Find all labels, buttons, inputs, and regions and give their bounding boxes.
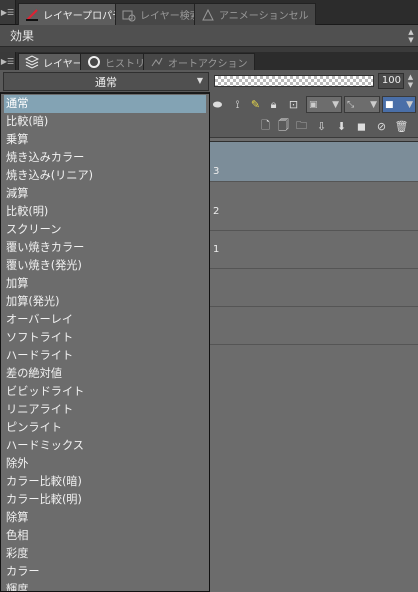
color-mode-select[interactable]: ■ ▼ <box>382 96 416 113</box>
opacity-slider[interactable] <box>214 75 374 87</box>
color-swatch-icon: ▣ <box>309 99 318 110</box>
panel-menu-icon[interactable]: ▶☰ <box>0 0 16 24</box>
layer-number: 2 <box>213 206 220 217</box>
blend-option[interactable]: 輝度 <box>1 581 209 591</box>
blend-mode-dropdown: 通常 比較(暗) 乗算 焼き込みカラー 焼き込み(リニア) 減算 比較(明) ス… <box>0 92 210 592</box>
blend-mode-value: 通常 <box>95 75 117 89</box>
layer-tab-bar: ▶☰ レイヤー ヒストリー オートアクション <box>0 52 418 70</box>
blend-mode-select[interactable]: 通常 ▼ <box>3 72 209 91</box>
reference-icon[interactable]: ✎ <box>248 97 263 112</box>
blend-option[interactable]: ハードライト <box>1 347 209 365</box>
blend-option[interactable]: オーバーレイ <box>1 311 209 329</box>
tab-animation-cel[interactable]: アニメーションセル <box>194 3 316 25</box>
layer-row[interactable]: 3 <box>210 141 418 182</box>
ruler-icon[interactable]: ⟟ <box>230 97 245 112</box>
merge-down-icon[interactable]: ⬇ <box>334 119 349 134</box>
blend-option[interactable]: ソフトライト <box>1 329 209 347</box>
blend-option[interactable]: 除外 <box>1 455 209 473</box>
layers-icon <box>25 55 39 69</box>
layer-color-select[interactable]: ▣ ▼ <box>306 96 342 113</box>
effect-spin-icon[interactable]: ▲ ▼ <box>406 28 416 44</box>
new-vector-layer-icon[interactable]: 🗍︎ <box>276 119 291 134</box>
tab-layer-search[interactable]: レイヤー検索 <box>115 3 207 25</box>
layer-row[interactable] <box>210 269 418 307</box>
blend-option[interactable]: 覆い焼きカラー <box>1 239 209 257</box>
blend-option[interactable]: 通常 <box>4 95 206 113</box>
panel-menu-icon[interactable]: ▶☰ <box>0 52 16 70</box>
transfer-down-icon[interactable]: ⇩ <box>314 119 329 134</box>
chevron-down-icon: ▼ <box>332 99 339 110</box>
blend-option[interactable]: カラー <box>1 563 209 581</box>
blend-option[interactable]: 差の絶対値 <box>1 365 209 383</box>
new-folder-icon[interactable]: 🗀︎ <box>294 119 309 134</box>
chevron-down-icon: ▼ <box>406 99 413 110</box>
layer-property-icon <box>26 8 38 21</box>
lock-icon[interactable]: 🔒︎ <box>266 97 281 112</box>
tab-label: アニメーションセル <box>219 11 309 22</box>
blend-option[interactable]: リニアライト <box>1 401 209 419</box>
blend-option[interactable]: 覆い焼き(発光) <box>1 257 209 275</box>
effect-label: 効果 <box>10 29 35 43</box>
clip-select[interactable]: ⤡ ▼ <box>344 96 380 113</box>
effect-row: 効果 ▲ ▼ <box>0 25 418 47</box>
blend-option[interactable]: カラー比較(暗) <box>1 473 209 491</box>
tab-auto-action[interactable]: オートアクション <box>143 53 255 70</box>
layer-search-icon <box>122 10 136 21</box>
layer-action-row: 🗋︎ 🗍︎ 🗀︎ ⇩ ⬇ ◼ ⊘ 🗑︎ <box>210 116 418 138</box>
layer-row[interactable] <box>210 307 418 345</box>
blend-option[interactable]: 加算(発光) <box>1 293 209 311</box>
tab-layers[interactable]: レイヤー <box>18 53 90 70</box>
blend-option[interactable]: 減算 <box>1 185 209 203</box>
tab-label: レイヤー <box>43 58 83 70</box>
tab-label: オートアクション <box>168 58 248 70</box>
blend-option[interactable]: ハードミックス <box>1 437 209 455</box>
blend-option[interactable]: ビビッドライト <box>1 383 209 401</box>
blend-option[interactable]: ピンライト <box>1 419 209 437</box>
blend-option[interactable]: 焼き込みカラー <box>1 149 209 167</box>
trash-icon[interactable]: 🗑︎ <box>394 119 409 134</box>
blend-option[interactable]: 比較(暗) <box>1 113 209 131</box>
layer-row[interactable]: 1 <box>210 231 418 269</box>
blend-option[interactable]: 彩度 <box>1 545 209 563</box>
blend-option[interactable]: 加算 <box>1 275 209 293</box>
create-mask-icon[interactable]: ◼ <box>354 119 369 134</box>
blend-option[interactable]: 色相 <box>1 527 209 545</box>
layer-number: 3 <box>213 166 220 177</box>
tab-label: レイヤー検索 <box>140 11 200 22</box>
blend-option[interactable]: カラー比較(明) <box>1 491 209 509</box>
top-tab-bar: ▶☰ レイヤープロパティ レイヤー検索 アニメーションセル <box>0 0 418 25</box>
blend-option[interactable]: 乗算 <box>1 131 209 149</box>
chevron-down-icon: ▼ <box>370 99 377 110</box>
apply-mask-icon[interactable]: ⊘ <box>374 119 389 134</box>
history-icon <box>88 56 100 68</box>
blend-option[interactable]: 焼き込み(リニア) <box>1 167 209 185</box>
layer-tool-row: ⬬ ⟟ ✎ 🔒︎ ⊡ ▣ ▼ ⤡ ▼ ■ ▼ <box>210 94 418 116</box>
layer-number: 1 <box>213 244 220 255</box>
layer-list: 3 2 1 <box>210 138 418 592</box>
blend-option[interactable]: スクリーン <box>1 221 209 239</box>
lock-transparency-icon[interactable]: ⊡ <box>286 97 301 112</box>
blend-option[interactable]: 比較(明) <box>1 203 209 221</box>
animation-cel-icon <box>202 8 214 20</box>
clip-icon: ⤡ <box>347 99 355 110</box>
chevron-down-icon: ▼ <box>196 76 203 85</box>
opacity-value[interactable]: 100 <box>378 73 404 89</box>
color-mode-icon: ■ <box>385 99 394 110</box>
opacity-spin-icon[interactable]: ▲ ▼ <box>405 73 416 89</box>
mask-icon[interactable]: ⬬ <box>210 97 225 112</box>
new-raster-layer-icon[interactable]: 🗋︎ <box>258 119 273 134</box>
blend-option[interactable]: 除算 <box>1 509 209 527</box>
blend-row: 通常 ▼ 100 ▲ ▼ <box>0 70 418 94</box>
layer-row[interactable]: 2 <box>210 193 418 231</box>
auto-action-icon <box>151 57 163 67</box>
